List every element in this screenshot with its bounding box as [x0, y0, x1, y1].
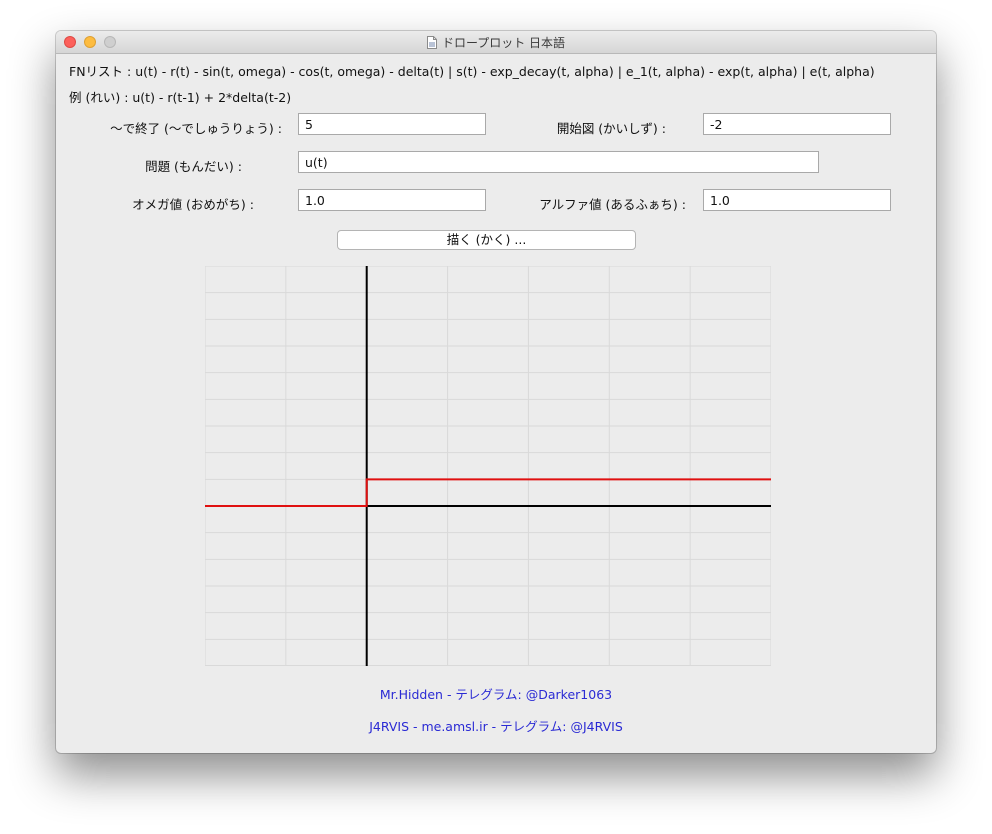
example-text: 例 (れい) : u(t) - r(t-1) + 2*delta(t-2)	[69, 90, 292, 105]
plot-area	[205, 266, 771, 666]
alpha-input[interactable]	[703, 189, 891, 211]
credit-jarvis[interactable]: J4RVIS - me.amsl.ir - テレグラム: @J4RVIS	[56, 716, 936, 735]
window-title-area: ドロープロット 日本語	[56, 34, 936, 51]
start-label: 開始図 (かいしず) :	[556, 121, 666, 136]
end-input[interactable]	[298, 113, 486, 135]
problem-input[interactable]	[298, 151, 819, 173]
document-icon	[426, 36, 437, 49]
credit-author[interactable]: Mr.Hidden - テレグラム: @Darker1063	[56, 684, 936, 703]
end-label: 〜で終了 (〜でしゅうりょう) :	[110, 121, 282, 136]
start-input[interactable]	[703, 113, 891, 135]
series-line-1	[205, 478, 771, 507]
alpha-label: アルファ値 (あるふぁち) :	[539, 197, 686, 212]
omega-input[interactable]	[298, 189, 486, 211]
function-list-text: FNリスト : u(t) - r(t) - sin(t, omega) - co…	[69, 64, 875, 79]
omega-label: オメガ値 (おめがち) :	[132, 197, 254, 212]
app-window: ドロープロット 日本語 FNリスト : u(t) - r(t) - sin(t,…	[56, 31, 936, 753]
draw-button[interactable]: 描く (かく) ...	[337, 230, 636, 250]
title-bar[interactable]: ドロープロット 日本語	[56, 31, 936, 54]
window-title: ドロープロット 日本語	[441, 36, 566, 50]
problem-label: 問題 (もんだい) :	[145, 159, 242, 174]
